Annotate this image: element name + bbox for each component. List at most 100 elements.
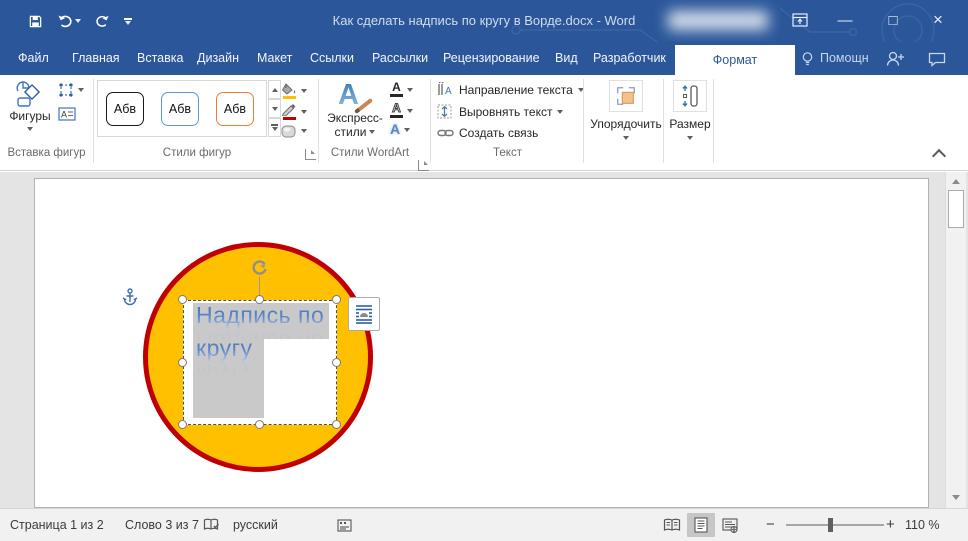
resize-handle-top-left[interactable] xyxy=(178,295,187,304)
scrollbar-thumb[interactable] xyxy=(948,190,964,228)
gallery-more-icon xyxy=(271,126,278,131)
gallery-scroll-up-button[interactable] xyxy=(268,80,281,99)
draw-text-box-button[interactable]: A xyxy=(58,106,76,122)
tab-developer[interactable]: Разработчик xyxy=(593,42,666,75)
shape-style-thumbnail-1[interactable]: Абв xyxy=(106,92,144,126)
shape-fill-button[interactable] xyxy=(281,82,307,99)
scroll-up-button[interactable] xyxy=(948,174,964,189)
group-label-shape-styles: Стили фигур xyxy=(162,147,232,159)
wordart-reflection-line2: кругу xyxy=(196,362,253,388)
edit-shape-button[interactable] xyxy=(58,82,84,98)
layout-options-button[interactable] xyxy=(348,297,380,331)
user-account-blurred[interactable] xyxy=(668,11,768,30)
shapes-button[interactable]: Фигуры xyxy=(6,79,54,131)
tab-review[interactable]: Рецензирование xyxy=(443,42,540,75)
group-divider xyxy=(583,79,584,163)
tab-references[interactable]: Ссылки xyxy=(310,42,354,75)
language-indicator[interactable]: русский xyxy=(233,509,278,541)
group-divider xyxy=(430,79,431,163)
collapse-ribbon-button[interactable] xyxy=(931,148,947,164)
group-divider xyxy=(713,79,714,163)
person-add-icon xyxy=(886,51,904,66)
comments-button[interactable] xyxy=(928,52,946,72)
tab-file[interactable]: Файл xyxy=(18,42,49,75)
resize-handle-top-center[interactable] xyxy=(255,295,264,304)
quick-styles-button[interactable]: А Экспресс- стили xyxy=(326,79,384,139)
text-fill-button[interactable]: А xyxy=(390,81,413,97)
text-direction-button[interactable]: A Направление текста xyxy=(437,82,584,97)
tab-mailings[interactable]: Рассылки xyxy=(372,42,428,75)
text-fill-color-bar xyxy=(390,94,403,97)
wordart-dialog-launcher[interactable] xyxy=(418,160,429,171)
proofing-icon[interactable] xyxy=(203,518,220,532)
print-layout-button[interactable] xyxy=(687,513,715,537)
web-layout-button[interactable] xyxy=(716,513,744,537)
align-text-button[interactable]: Выровнять текст xyxy=(437,104,564,119)
word-count[interactable]: Слово 3 из 7 xyxy=(125,509,199,541)
shape-fill-color-bar xyxy=(282,96,296,99)
zoom-level[interactable]: 110 % xyxy=(905,509,940,541)
zoom-in-button[interactable]: + xyxy=(886,509,895,541)
minimize-button[interactable]: — xyxy=(828,0,862,40)
gallery-more-button[interactable] xyxy=(268,118,281,137)
zoom-slider-track[interactable] xyxy=(786,524,884,526)
resize-handle-top-right[interactable] xyxy=(332,295,341,304)
shape-style-thumbnail-2[interactable]: Абв xyxy=(161,92,199,126)
shape-effects-caret xyxy=(301,129,307,133)
resize-handle-bottom-right[interactable] xyxy=(332,420,341,429)
maximize-button[interactable]: □ xyxy=(876,0,910,40)
shape-outline-button[interactable] xyxy=(281,103,307,120)
scroll-down-button[interactable] xyxy=(948,490,964,505)
text-outline-button[interactable]: А xyxy=(390,102,413,118)
layout-options-icon xyxy=(354,303,374,325)
shape-fill-caret xyxy=(301,88,307,93)
shape-outline-color-bar xyxy=(282,117,296,120)
quick-styles-label-2: стили xyxy=(334,125,367,139)
read-mode-button[interactable] xyxy=(658,513,686,537)
tab-home[interactable]: Главная xyxy=(72,42,120,75)
shape-styles-dialog-launcher[interactable] xyxy=(305,149,316,160)
page-indicator[interactable]: Страница 1 из 2 xyxy=(10,509,104,541)
scroll-down-icon xyxy=(952,495,960,500)
tell-me-help[interactable]: Помощн xyxy=(801,42,869,75)
shape-effects-button[interactable] xyxy=(281,124,307,138)
zoom-slider-handle[interactable] xyxy=(828,518,833,532)
tab-design[interactable]: Дизайн xyxy=(197,42,239,75)
rotation-handle-icon[interactable] xyxy=(250,258,269,277)
gallery-scroll-down-button[interactable] xyxy=(268,99,281,118)
text-direction-label: Направление текста xyxy=(459,82,573,97)
svg-text:A: A xyxy=(445,86,452,97)
tab-insert[interactable]: Вставка xyxy=(137,42,183,75)
create-link-button[interactable]: Создать связь xyxy=(437,126,538,140)
arrange-button[interactable]: Упорядочить xyxy=(589,80,663,140)
vertical-scrollbar[interactable] xyxy=(945,172,966,508)
close-button[interactable]: × xyxy=(921,0,955,40)
zoom-out-button[interactable]: − xyxy=(766,509,775,541)
share-button[interactable] xyxy=(885,50,905,73)
size-icon xyxy=(682,85,698,107)
shape-outline-caret xyxy=(301,109,307,114)
text-effects-button[interactable]: А xyxy=(390,122,411,136)
shape-style-thumbnail-3[interactable]: Абв xyxy=(216,92,254,126)
document-area: Надпись по Надпись по кругу кругу xyxy=(0,172,968,508)
resize-handle-bottom-center[interactable] xyxy=(255,420,264,429)
tab-view[interactable]: Вид xyxy=(555,42,578,75)
paint-bucket-icon xyxy=(281,83,296,95)
shapes-button-label: Фигуры xyxy=(9,109,51,123)
resize-handle-bottom-left[interactable] xyxy=(178,420,187,429)
tab-format-active[interactable]: Формат xyxy=(675,45,795,75)
word-window: Как сделать надпись по кругу в Ворде.doc… xyxy=(0,0,968,541)
group-divider xyxy=(318,79,319,163)
wordart-text-line1[interactable]: Надпись по xyxy=(196,302,324,329)
arrange-label: Упорядочить xyxy=(590,117,662,131)
resize-handle-mid-right[interactable] xyxy=(332,358,341,367)
size-button[interactable]: Размер xyxy=(667,80,713,140)
resize-handle-mid-left[interactable] xyxy=(178,358,187,367)
wordart-big-a-icon: А xyxy=(338,79,359,111)
wordart-text-line2[interactable]: кругу xyxy=(196,335,253,362)
group-divider xyxy=(93,79,94,163)
macro-shortcuts-icon[interactable] xyxy=(337,519,352,532)
ribbon-display-options-button[interactable] xyxy=(783,0,817,40)
tab-layout[interactable]: Макет xyxy=(257,42,292,75)
title-bar: Как сделать надпись по кругу в Ворде.doc… xyxy=(0,0,968,75)
